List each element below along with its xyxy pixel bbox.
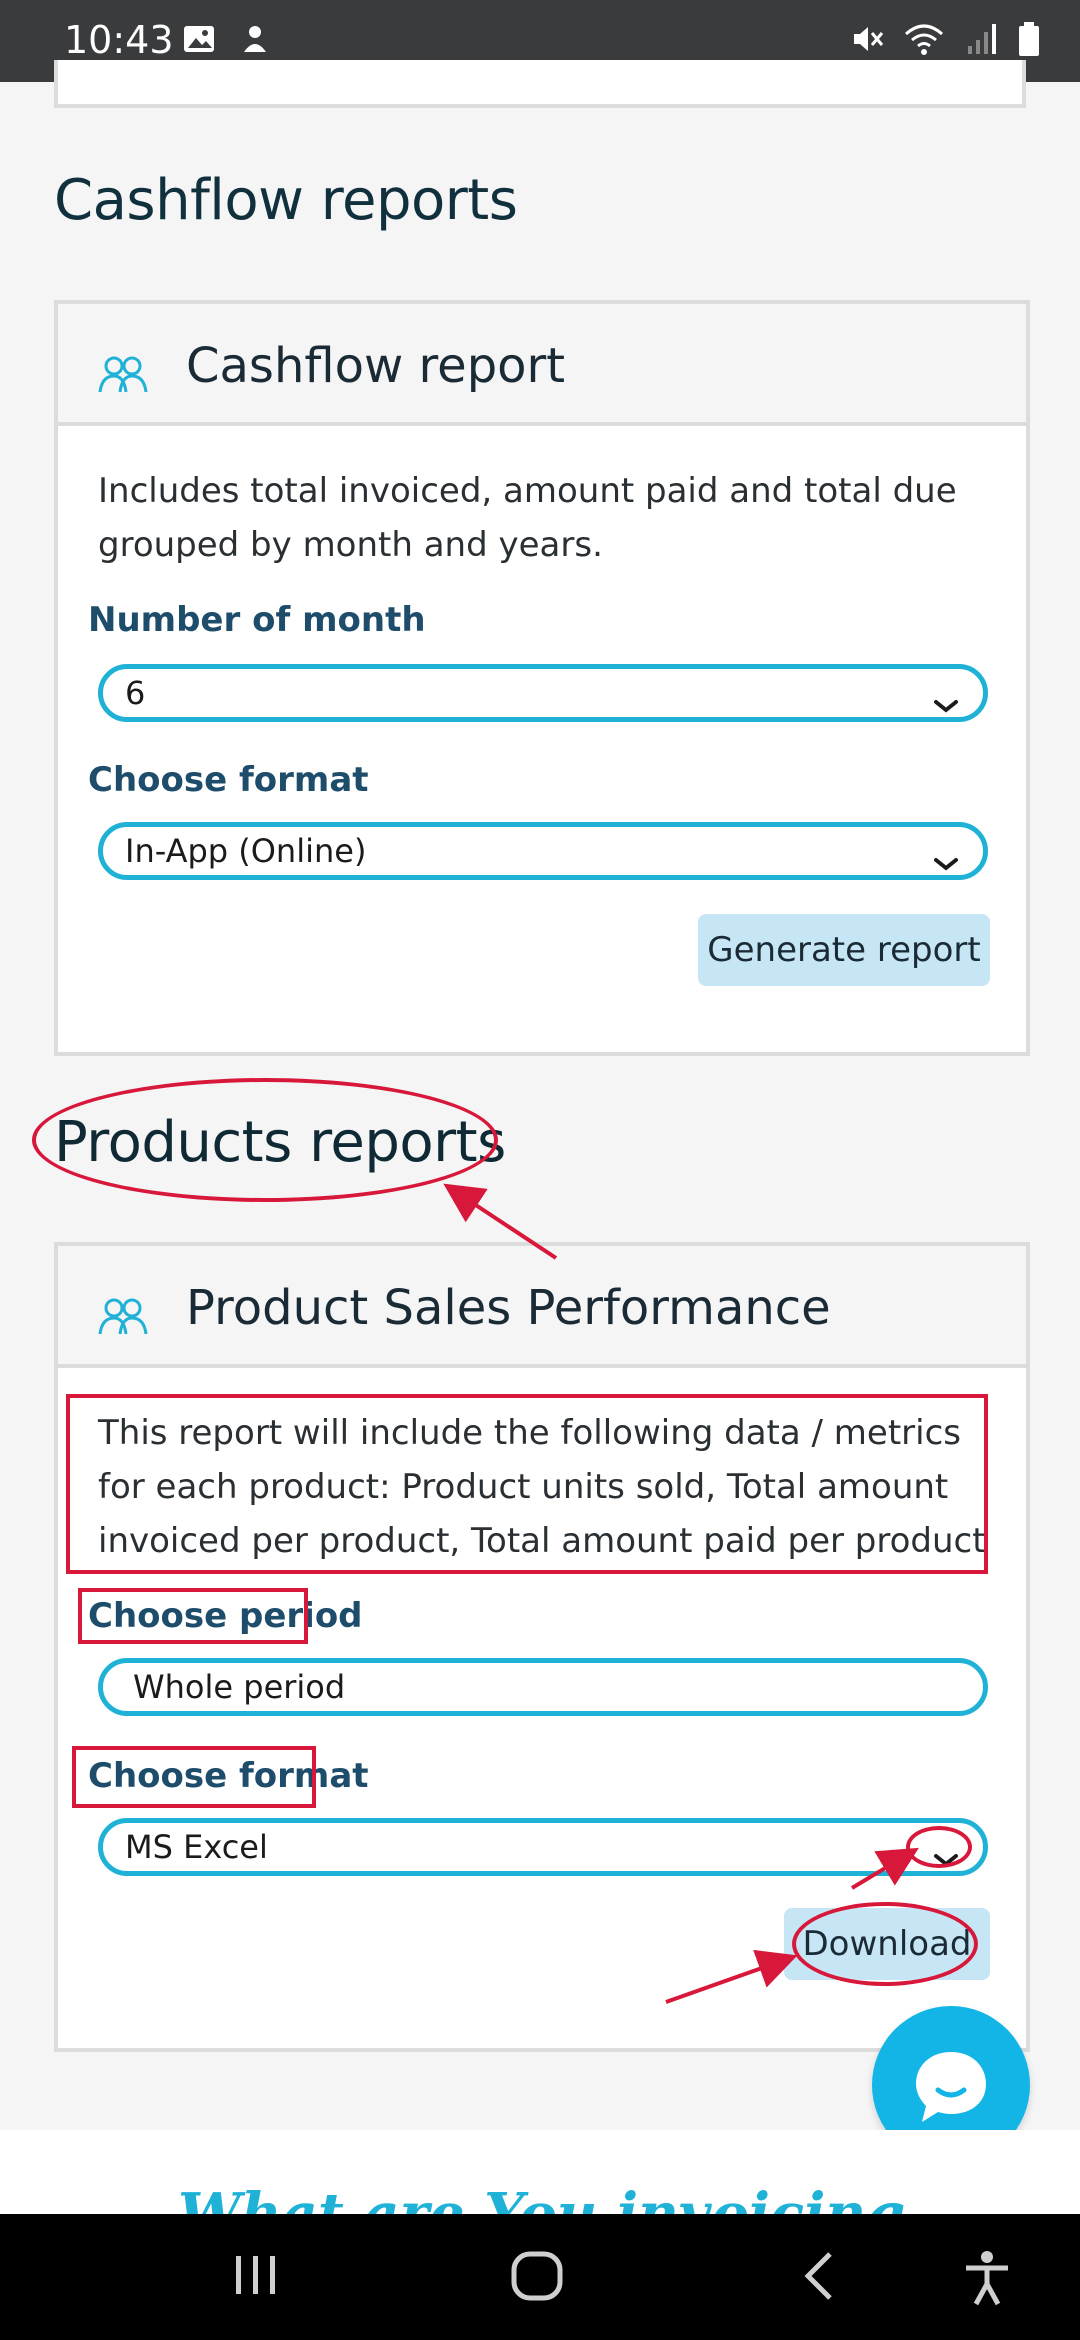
back-icon[interactable]	[800, 2250, 840, 2307]
previous-card-bottom	[54, 60, 1026, 108]
cashflow-format-value: In-App (Online)	[125, 832, 367, 870]
battery-icon	[1018, 22, 1040, 61]
mute-icon	[850, 22, 884, 61]
notification-icon	[238, 22, 272, 61]
cashflow-section-title: Cashflow reports	[54, 168, 518, 233]
navigation-bar	[0, 2214, 1080, 2340]
annotation-box-format-label	[72, 1746, 316, 1808]
choose-period-value: Whole period	[133, 1668, 346, 1706]
product-format-value: MS Excel	[125, 1828, 268, 1866]
annotation-ellipse-download	[792, 1902, 978, 1986]
users-icon	[98, 1296, 150, 1341]
cashflow-card-header: Cashflow report	[58, 304, 1026, 426]
product-card-header: Product Sales Performance	[58, 1246, 1026, 1368]
home-icon[interactable]	[510, 2250, 566, 2307]
footer-tagline: What are You invoicing today?	[178, 2181, 906, 2214]
cashflow-format-select[interactable]: In-App (Online)	[98, 822, 988, 880]
status-time: 10:43	[64, 18, 174, 62]
annotation-box-period-label	[78, 1588, 308, 1644]
wifi-icon	[904, 22, 944, 61]
cashflow-card-title: Cashflow report	[186, 338, 566, 394]
annotation-ellipse-products-title	[32, 1078, 498, 1202]
product-card-title: Product Sales Performance	[186, 1280, 831, 1336]
choose-period-select[interactable]: Whole period	[98, 1658, 988, 1716]
signal-icon	[964, 22, 998, 61]
users-icon	[98, 354, 150, 399]
annotation-box-description	[66, 1394, 988, 1574]
chevron-down-icon	[933, 839, 959, 887]
number-of-month-select[interactable]: 6	[98, 664, 988, 722]
recents-icon[interactable]	[232, 2250, 280, 2305]
cashflow-description: Includes total invoiced, amount paid and…	[98, 471, 957, 565]
annotation-ellipse-chevron	[906, 1826, 972, 1868]
accessibility-icon[interactable]	[964, 2250, 1010, 2311]
generate-report-button[interactable]: Generate report	[698, 914, 990, 986]
product-format-select[interactable]: MS Excel	[98, 1818, 988, 1876]
chevron-down-icon	[933, 681, 959, 729]
cashflow-format-label: Choose format	[88, 760, 369, 800]
image-icon	[182, 22, 216, 61]
number-of-month-value: 6	[125, 674, 146, 712]
cashflow-report-card: Cashflow report Includes total invoiced,…	[54, 300, 1030, 1056]
number-of-month-label: Number of month	[88, 600, 426, 640]
